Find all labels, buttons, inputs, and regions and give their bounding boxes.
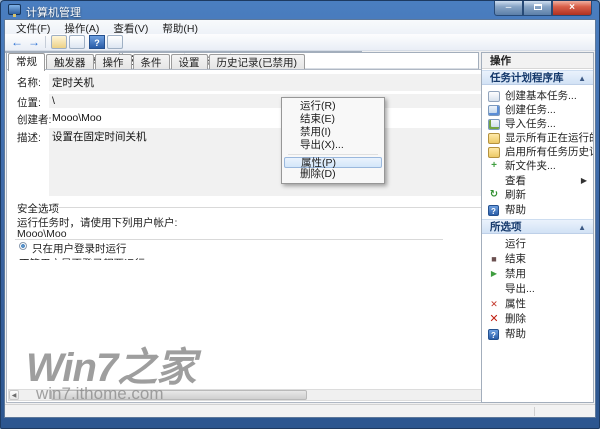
action-create-basic-task[interactable]: 创建基本任务...: [482, 89, 593, 103]
menu-bar: 文件(F)操作(A)查看(V)帮助(H): [5, 20, 595, 34]
new-folder-icon: +: [488, 159, 500, 173]
computer-management-window: 计算机管理 – × 文件(F)操作(A)查看(V)帮助(H) ← → ? ◢计算…: [0, 0, 600, 429]
action-export[interactable]: 导出...: [482, 282, 593, 296]
menu-export[interactable]: 导出(X)...: [284, 139, 382, 152]
action-enable-task-history[interactable]: 启用所有任务历史记录: [482, 145, 593, 159]
back-icon[interactable]: ←: [9, 35, 25, 49]
delete-icon: ✕: [488, 312, 500, 326]
help-icon[interactable]: ?: [89, 35, 105, 49]
status-bar: [5, 404, 595, 417]
maximize-icon: [534, 4, 542, 10]
actions-panel: 操作 任务计划程序库 ▲ 创建基本任务... 创建任务... 导入任务... 显…: [481, 52, 594, 403]
tab-bar: 常规触发器操作条件设置历史记录(已禁用): [5, 52, 362, 53]
properties-icon: ✕: [488, 297, 500, 311]
action-show-running-tasks[interactable]: 显示所有正在运行的任务: [482, 131, 593, 145]
toolbar: ← → ?: [5, 34, 595, 51]
console-tree-icon[interactable]: [69, 35, 85, 49]
task-detail-panel: 常规触发器操作条件设置历史记录(已禁用) 名称: 定时关机 位置: \ 创建者:…: [5, 51, 362, 53]
action-pane-icon[interactable]: [107, 35, 123, 49]
help-icon: ?: [488, 205, 499, 216]
action-properties[interactable]: ✕属性: [482, 297, 593, 311]
action-help[interactable]: ?帮助: [482, 203, 593, 217]
statusbar-divider: [534, 407, 535, 416]
menu-run[interactable]: 运行(R): [284, 100, 382, 113]
action-run[interactable]: 运行: [482, 237, 593, 251]
action-help-selected[interactable]: ?帮助: [482, 327, 593, 341]
forward-icon[interactable]: →: [26, 35, 42, 49]
maximize-button[interactable]: [523, 1, 552, 16]
close-button[interactable]: ×: [552, 1, 592, 16]
menu-disable[interactable]: 禁用(I): [284, 126, 382, 139]
menu-end[interactable]: 结束(E): [284, 113, 382, 126]
disable-icon: ▶: [488, 267, 500, 281]
action-import-task[interactable]: 导入任务...: [482, 117, 593, 131]
create-task-icon: [488, 105, 500, 116]
actions-header: 操作: [482, 53, 593, 69]
import-task-icon: [488, 119, 500, 130]
action-end[interactable]: ■结束: [482, 252, 593, 266]
action-create-task[interactable]: 创建任务...: [482, 103, 593, 117]
client-area: 文件(F)操作(A)查看(V)帮助(H) ← → ? ◢计算机管理(本地) ◢系…: [4, 19, 596, 418]
section-task-library[interactable]: 任务计划程序库 ▲: [482, 70, 593, 85]
section-selected-item[interactable]: 所选项 ▲: [482, 219, 593, 234]
screenshot-root: 计算机管理 – × 文件(F)操作(A)查看(V)帮助(H) ← → ? ◢计算…: [0, 0, 600, 429]
action-view[interactable]: 查看▶: [482, 174, 593, 188]
menu-delete[interactable]: 删除(D): [284, 168, 382, 181]
action-new-folder[interactable]: +新文件夹...: [482, 159, 593, 173]
context-menu: 运行(R) 结束(E) 禁用(I) 导出(X)... 属性(P) 删除(D): [281, 97, 385, 184]
window-title: 计算机管理: [26, 4, 81, 20]
help-icon: ?: [488, 329, 499, 340]
running-tasks-folder-icon: [488, 133, 500, 144]
menu-separator: [288, 154, 378, 155]
action-refresh[interactable]: ↻刷新: [482, 188, 593, 202]
export-list-icon[interactable]: [51, 35, 67, 49]
submenu-arrow-icon: ▶: [581, 174, 587, 188]
collapse-icon[interactable]: ▲: [578, 220, 586, 235]
refresh-icon: ↻: [488, 188, 500, 202]
app-icon: [8, 4, 21, 15]
title-bar[interactable]: 计算机管理 – ×: [1, 1, 599, 19]
toolbar-separator: [45, 36, 46, 48]
create-basic-task-icon: [488, 91, 500, 102]
end-task-icon: ■: [488, 252, 500, 266]
minimize-button[interactable]: –: [494, 1, 523, 16]
action-delete[interactable]: ✕删除: [482, 312, 593, 326]
collapse-icon[interactable]: ▲: [578, 71, 586, 86]
history-folder-icon: [488, 147, 500, 158]
menu-properties[interactable]: 属性(P): [284, 157, 382, 168]
action-disable[interactable]: ▶禁用: [482, 267, 593, 281]
